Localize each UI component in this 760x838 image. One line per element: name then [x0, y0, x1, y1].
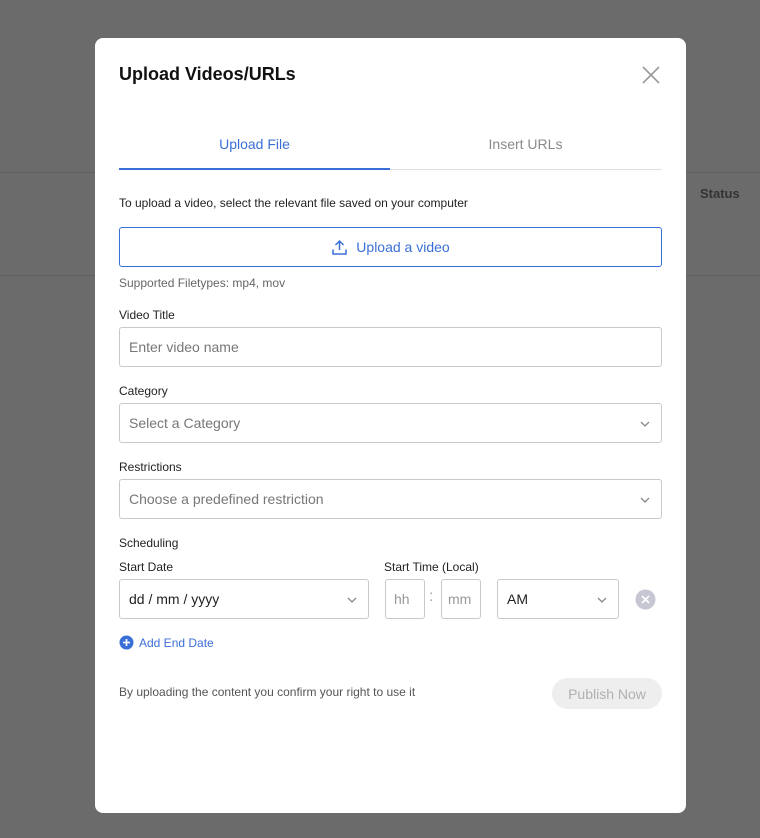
video-title-label: Video Title — [119, 308, 175, 322]
start-time-label: Start Time (Local) — [384, 560, 479, 574]
clear-icon — [635, 589, 656, 610]
upload-icon — [332, 239, 348, 255]
tab-upload-file[interactable]: Upload File — [119, 134, 390, 170]
clear-schedule-button[interactable] — [635, 589, 656, 610]
start-date-placeholder: dd / mm / yyyy — [129, 591, 220, 607]
minute-input[interactable]: mm — [441, 579, 481, 619]
start-date-input[interactable]: dd / mm / yyyy — [119, 579, 369, 619]
start-date-label: Start Date — [119, 560, 174, 574]
category-label: Category — [119, 384, 168, 398]
modal-title: Upload Videos/URLs — [119, 64, 296, 84]
hour-placeholder: hh — [394, 591, 410, 607]
plus-circle-icon — [119, 635, 134, 650]
video-title-input[interactable]: Enter video name — [119, 327, 662, 367]
chevron-down-icon — [640, 421, 650, 427]
rights-confirmation-text: By uploading the content you confirm you… — [119, 685, 416, 699]
upload-modal: Upload Videos/URLs Upload File Insert UR… — [95, 38, 686, 813]
close-icon — [642, 66, 660, 84]
upload-video-button[interactable]: Upload a video — [119, 227, 662, 267]
add-end-date-label: Add End Date — [139, 635, 214, 650]
category-select[interactable]: Select a Category — [119, 403, 662, 443]
chevron-down-icon — [347, 597, 357, 603]
restrictions-select[interactable]: Choose a predefined restriction — [119, 479, 662, 519]
scheduling-label: Scheduling — [119, 536, 179, 550]
tab-insert-urls[interactable]: Insert URLs — [390, 134, 661, 170]
time-separator: : — [429, 588, 434, 605]
add-end-date-button[interactable]: Add End Date — [119, 635, 214, 650]
restrictions-label: Restrictions — [119, 460, 182, 474]
tab-bar: Upload File Insert URLs — [119, 134, 662, 170]
restrictions-placeholder: Choose a predefined restriction — [129, 491, 324, 507]
video-title-placeholder: Enter video name — [129, 339, 239, 355]
supported-filetypes-text: Supported Filetypes: mp4, mov — [119, 276, 286, 290]
category-placeholder: Select a Category — [129, 415, 241, 431]
upload-help-text: To upload a video, select the relevant f… — [119, 196, 468, 210]
publish-now-button[interactable]: Publish Now — [552, 678, 662, 709]
meridiem-select[interactable]: AM — [497, 579, 619, 619]
background-status-header: Status — [700, 186, 740, 201]
chevron-down-icon — [640, 497, 650, 503]
close-button[interactable] — [640, 64, 662, 86]
hour-input[interactable]: hh — [385, 579, 425, 619]
minute-placeholder: mm — [448, 591, 472, 607]
upload-video-label: Upload a video — [356, 239, 450, 255]
chevron-down-icon — [597, 597, 607, 603]
meridiem-value: AM — [507, 591, 528, 607]
